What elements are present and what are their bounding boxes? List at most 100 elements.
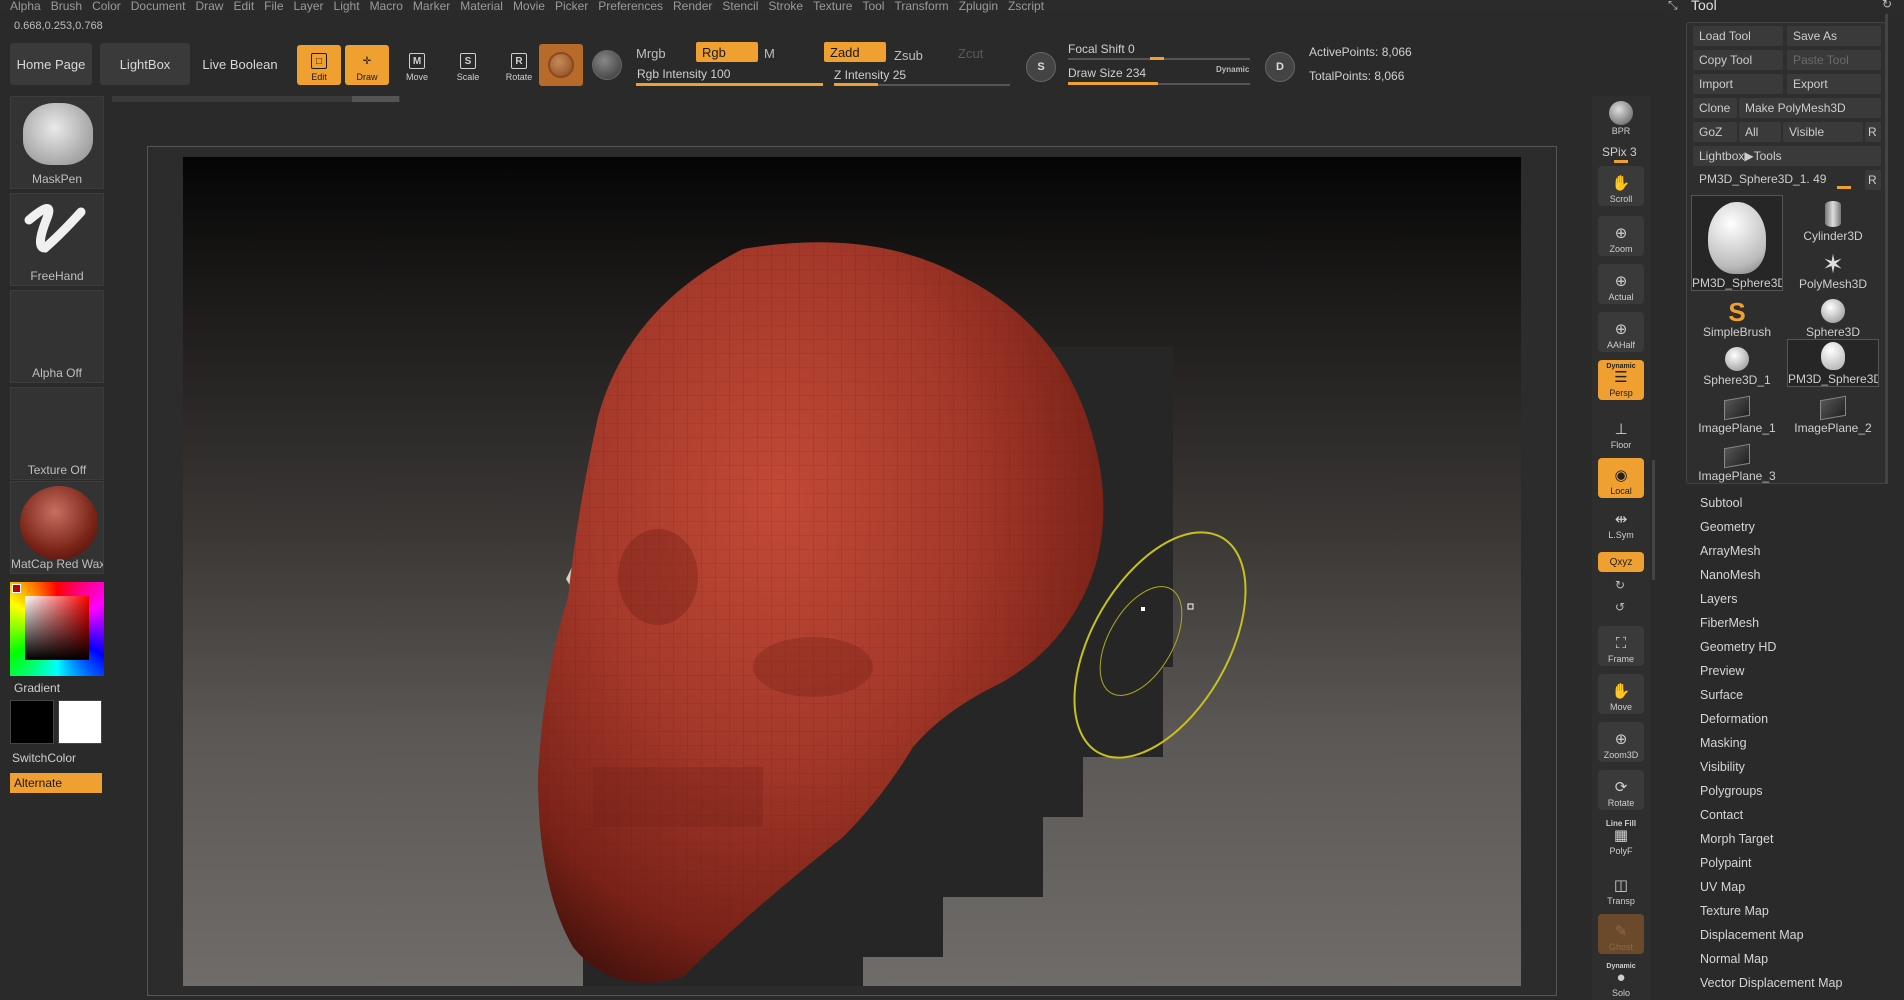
zcut-toggle[interactable]: Zcut	[952, 43, 1012, 63]
spix-slider[interactable]: SPix 3	[1602, 145, 1637, 159]
subpalette-arraymesh[interactable]: ArrayMesh	[1700, 544, 1760, 558]
subpalette-geometry-hd[interactable]: Geometry HD	[1700, 640, 1776, 654]
tool-thumb-imageplane-1[interactable]: ImagePlane_1	[1691, 387, 1783, 435]
menu-stencil[interactable]: Stencil	[722, 0, 758, 12]
subpalette-surface[interactable]: Surface	[1700, 688, 1743, 702]
menu-zscript[interactable]: Zscript	[1008, 0, 1044, 12]
menu-preferences[interactable]: Preferences	[598, 0, 663, 12]
current-tool-slider[interactable]: PM3D_Sphere3D_1. 49	[1693, 169, 1861, 189]
copy-tool-button[interactable]: Copy Tool	[1693, 50, 1783, 70]
rgb-intensity-slider[interactable]: Rgb Intensity 100	[637, 67, 730, 81]
subpalette-normal-map[interactable]: Normal Map	[1700, 952, 1768, 966]
aahalf-button[interactable]: ⊕ AAHalf	[1598, 312, 1644, 352]
save-as-button[interactable]: Save As	[1787, 26, 1881, 46]
subpalette-nanomesh[interactable]: NanoMesh	[1700, 568, 1760, 582]
subpalette-masking[interactable]: Masking	[1700, 736, 1747, 750]
rotate-view-button[interactable]: ⟳ Rotate	[1598, 770, 1644, 810]
menu-light[interactable]: Light	[334, 0, 360, 12]
color-sphere-icon[interactable]	[592, 50, 622, 80]
z-intensity-slider[interactable]: Z Intensity 25	[834, 68, 906, 82]
menu-macro[interactable]: Macro	[370, 0, 403, 12]
subpalette-visibility[interactable]: Visibility	[1700, 760, 1745, 774]
live-boolean-button[interactable]: Live Boolean	[196, 43, 284, 85]
floor-button[interactable]: ⊥ Floor	[1598, 412, 1644, 452]
solo-button[interactable]: Dynamic ● Solo	[1598, 960, 1644, 1000]
menu-picker[interactable]: Picker	[555, 0, 588, 12]
tool-thumb-pm3d-sphere3d[interactable]: PM3D_Sphere3D	[1691, 195, 1783, 291]
tool-thumb-imageplane-2[interactable]: ImagePlane_2	[1787, 387, 1879, 435]
load-tool-button[interactable]: Load Tool	[1693, 26, 1783, 46]
bpr-button[interactable]: BPR	[1598, 98, 1644, 138]
menu-render[interactable]: Render	[673, 0, 712, 12]
lsym-button[interactable]: ⇹ L.Sym	[1598, 512, 1644, 542]
move-tool-button[interactable]: M Move	[395, 45, 439, 85]
zoom3d-button[interactable]: ⊕ Zoom3D	[1598, 722, 1644, 762]
color-picker[interactable]	[10, 582, 104, 676]
menu-material[interactable]: Material	[460, 0, 503, 12]
menu-texture[interactable]: Texture	[813, 0, 852, 12]
rotate-axis-icon[interactable]: ↻	[1615, 578, 1625, 592]
rotate-axis-icon-2[interactable]: ↺	[1615, 600, 1625, 614]
goz-button[interactable]: GoZ	[1693, 122, 1737, 142]
subpalette-uv-map[interactable]: UV Map	[1700, 880, 1745, 894]
menu-document[interactable]: Document	[131, 0, 186, 12]
secondary-color-swatch[interactable]	[58, 700, 102, 744]
subpalette-vector-displacement-map[interactable]: Vector Displacement Map	[1700, 976, 1842, 990]
menu-file[interactable]: File	[264, 0, 283, 12]
subpalette-morph-target[interactable]: Morph Target	[1700, 832, 1773, 846]
menu-draw[interactable]: Draw	[195, 0, 223, 12]
gradient-label[interactable]: Gradient	[14, 681, 60, 695]
reset-icon[interactable]: ↻	[1882, 0, 1892, 11]
menu-transform[interactable]: Transform	[894, 0, 948, 12]
visible-button[interactable]: Visible	[1783, 122, 1863, 142]
subpalette-polypaint[interactable]: Polypaint	[1700, 856, 1751, 870]
goz-r-button[interactable]: R	[1865, 122, 1881, 142]
scale-tool-button[interactable]: S Scale	[446, 45, 490, 85]
subpalette-subtool[interactable]: Subtool	[1700, 496, 1742, 510]
all-button[interactable]: All	[1739, 122, 1781, 142]
color-picker-square[interactable]	[25, 596, 89, 660]
scroll-button[interactable]: ✋ Scroll	[1598, 166, 1644, 206]
palette-scrollbar[interactable]	[1652, 460, 1655, 580]
switch-color-button[interactable]: SwitchColor	[12, 751, 76, 765]
polyf-button[interactable]: Line Fill ▦ PolyF	[1598, 818, 1644, 858]
lazy-mouse-icon[interactable]: D	[1265, 52, 1295, 82]
make-polymesh-button[interactable]: Make PolyMesh3D	[1739, 98, 1881, 118]
m-toggle[interactable]: M	[758, 43, 818, 63]
focal-shift-slider[interactable]: Focal Shift 0	[1068, 42, 1135, 56]
tool-thumb-cylinder3d[interactable]: Cylinder3D	[1787, 195, 1879, 243]
xyz-button[interactable]: Qxyz	[1598, 552, 1644, 572]
menu-marker[interactable]: Marker	[413, 0, 450, 12]
frame-button[interactable]: ⛶ Frame	[1598, 626, 1644, 666]
focal-shift-icon[interactable]: S	[1026, 52, 1056, 82]
zoom-button[interactable]: ⊕ Zoom	[1598, 216, 1644, 256]
menu-alpha[interactable]: Alpha	[10, 0, 41, 12]
menu-movie[interactable]: Movie	[513, 0, 545, 12]
transp-button[interactable]: ◫ Transp	[1598, 868, 1644, 908]
lightbox-tools-button[interactable]: Lightbox▶Tools	[1693, 146, 1881, 166]
tool-thumb-imageplane-3[interactable]: ImagePlane_3	[1691, 435, 1783, 483]
tool-thumb-sphere3d-1[interactable]: Sphere3D_1	[1691, 339, 1783, 387]
rotate-tool-button[interactable]: R Rotate	[497, 45, 541, 85]
alternate-toggle[interactable]: Alternate	[10, 773, 102, 793]
menu-edit[interactable]: Edit	[233, 0, 254, 12]
lightbox-button[interactable]: LightBox	[100, 43, 190, 85]
tool-thumb-simplebrush[interactable]: S SimpleBrush	[1691, 291, 1783, 339]
alpha-selector[interactable]: Alpha Off	[10, 290, 104, 383]
clone-button[interactable]: Clone	[1693, 98, 1737, 118]
local-button[interactable]: ◉ Local	[1598, 458, 1644, 498]
brush-selector[interactable]: MaskPen	[10, 96, 104, 189]
subpalette-contact[interactable]: Contact	[1700, 808, 1743, 822]
paste-tool-button[interactable]: Paste Tool	[1787, 50, 1881, 70]
chevron-icon[interactable]: ⤡	[1668, 0, 1678, 13]
actual-button[interactable]: ⊕ Actual	[1598, 264, 1644, 304]
current-tool-r-button[interactable]: R	[1865, 170, 1881, 190]
edit-tool-button[interactable]: □ Edit	[297, 45, 341, 85]
menu-layer[interactable]: Layer	[294, 0, 324, 12]
subpalette-preview[interactable]: Preview	[1700, 664, 1744, 678]
zadd-toggle[interactable]: Zadd	[824, 42, 886, 62]
zsub-toggle[interactable]: Zsub	[888, 45, 950, 65]
subpalette-texture-map[interactable]: Texture Map	[1700, 904, 1769, 918]
mrgb-toggle[interactable]: Mrgb	[630, 43, 690, 63]
stroke-selector[interactable]: FreeHand	[10, 193, 104, 286]
